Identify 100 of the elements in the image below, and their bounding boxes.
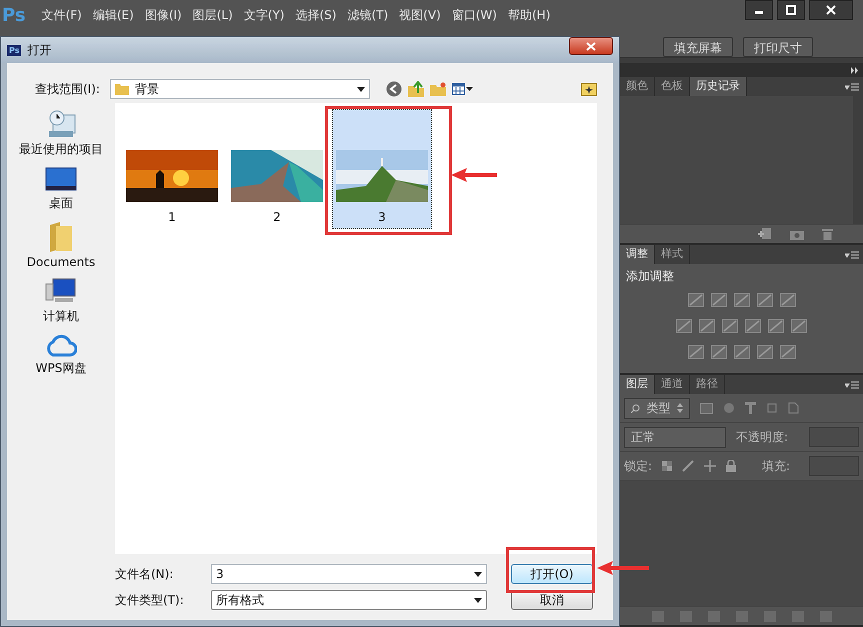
circle-filter-icon[interactable] — [723, 402, 735, 414]
place-item[interactable]: 最近使用的项目 — [7, 109, 115, 158]
panel-tab[interactable]: 调整 — [620, 245, 655, 264]
place-label: 计算机 — [43, 308, 79, 325]
new-document-icon[interactable] — [758, 228, 772, 240]
fill-field[interactable] — [809, 456, 859, 476]
adjustment-icon[interactable] — [745, 319, 761, 333]
adjustment-icon[interactable] — [756, 293, 772, 307]
menu-item[interactable]: 文字(Y) — [244, 6, 284, 24]
adjustment-icon[interactable] — [710, 345, 726, 359]
place-item[interactable]: 桌面 — [7, 167, 115, 212]
adjustment-icon[interactable] — [722, 319, 738, 333]
menu-item[interactable]: 图层(L) — [192, 6, 233, 24]
panel-tab[interactable]: 历史记录 — [690, 77, 747, 96]
place-item[interactable]: Documents — [7, 221, 115, 269]
adjustment-icon[interactable] — [791, 319, 807, 333]
adjustment-icon[interactable] — [780, 293, 796, 307]
arrow — [451, 168, 497, 182]
file-type-label: 文件类型(T): — [115, 592, 185, 608]
menu-item[interactable]: 图像(I) — [144, 6, 182, 24]
option-button[interactable]: 打印尺寸 — [743, 37, 813, 57]
panel-tab[interactable]: 样式 — [655, 245, 690, 264]
panel-tab[interactable]: 路径 — [690, 375, 725, 394]
look-in-dropdown[interactable]: 背景 — [110, 79, 370, 99]
panel-tab[interactable]: 通道 — [655, 375, 690, 394]
adjustment-icon[interactable] — [734, 345, 750, 359]
dialog-button[interactable]: 打开(O) — [511, 564, 593, 584]
adjustment-icon[interactable] — [780, 345, 796, 359]
caret-icon — [356, 86, 365, 92]
panel-menu-icon[interactable] — [845, 82, 859, 90]
minimize-button[interactable] — [745, 0, 773, 20]
file-item[interactable]: 2 — [227, 109, 327, 229]
file-item[interactable]: 3 — [332, 109, 432, 229]
menu-item[interactable]: 窗口(W) — [452, 6, 497, 24]
adjustment-icon[interactable] — [734, 293, 750, 307]
view-menu-button[interactable] — [452, 83, 473, 95]
file-type-dropdown[interactable]: 所有格式 — [211, 590, 487, 610]
back-icon[interactable] — [386, 81, 402, 97]
option-button[interactable]: 填充屏幕 — [663, 37, 733, 57]
menu-item[interactable]: 视图(V) — [399, 6, 441, 24]
dialog-title: 打开 — [27, 42, 52, 58]
place-item[interactable]: 计算机 — [7, 278, 115, 325]
app-icon: Ps — [7, 44, 22, 56]
folder-icon — [114, 83, 129, 95]
panel-tab[interactable]: 图层 — [620, 375, 655, 394]
adjustment-icon[interactable] — [688, 293, 704, 307]
menu-item[interactable]: 滤镜(T) — [347, 6, 388, 24]
desktop-icon — [45, 167, 77, 193]
menu-item[interactable]: 帮助(H) — [508, 6, 550, 24]
caret-icon — [474, 572, 482, 576]
text-filter-icon[interactable] — [745, 402, 756, 414]
close-button[interactable] — [809, 0, 853, 20]
lock-pixels-icon[interactable] — [662, 461, 672, 471]
file-item[interactable]: 1 — [122, 109, 222, 229]
trash-icon[interactable] — [822, 228, 833, 240]
place-label: 桌面 — [49, 195, 73, 212]
close-icon — [586, 42, 596, 50]
shape-filter-icon[interactable] — [766, 402, 778, 414]
up-folder-icon[interactable] — [408, 81, 424, 97]
lock-icon[interactable] — [726, 460, 736, 472]
adjustment-icon[interactable] — [676, 319, 692, 333]
panel-menu-icon[interactable] — [845, 380, 859, 388]
adjustment-icon[interactable] — [688, 345, 704, 359]
place-label: 最近使用的项目 — [19, 141, 103, 158]
menu-item[interactable]: 选择(S) — [295, 6, 336, 24]
close-icon — [825, 5, 837, 15]
file-name-label: 文件名(N): — [115, 566, 174, 582]
close-button[interactable] — [569, 37, 613, 55]
app-logo: Ps — [2, 4, 26, 26]
filter-dropdown[interactable]: 类型 — [624, 398, 690, 418]
move-icon[interactable] — [704, 460, 716, 472]
collapse-icon[interactable] — [851, 66, 859, 74]
menu-item[interactable]: 文件(F) — [42, 6, 82, 24]
brush-icon[interactable] — [682, 460, 694, 472]
blend-mode-dropdown[interactable]: 正常 — [624, 426, 726, 448]
folder-icon — [48, 221, 74, 253]
caret-icon — [474, 598, 482, 602]
adjustment-icon[interactable] — [756, 345, 772, 359]
arrow — [597, 561, 649, 575]
opacity-label: 不透明度: — [736, 428, 788, 446]
adjustment-icon[interactable] — [768, 319, 784, 333]
desktop-folder-icon[interactable] — [581, 82, 597, 96]
place-item[interactable]: WPS网盘 — [7, 334, 115, 377]
image-filter-icon[interactable] — [700, 402, 713, 414]
fill-label: 填充: — [762, 458, 790, 474]
adjustment-icon[interactable] — [699, 319, 715, 333]
new-folder-icon[interactable] — [430, 82, 446, 96]
stepper-icon — [677, 403, 683, 413]
search-icon — [631, 404, 640, 412]
caret-icon — [466, 87, 473, 91]
place-label: Documents — [26, 255, 96, 269]
menu-item[interactable]: 编辑(E) — [92, 6, 134, 24]
opacity-field[interactable] — [809, 427, 859, 447]
maximize-button[interactable] — [777, 0, 805, 20]
file-name-field[interactable]: 3 — [211, 564, 487, 584]
panel-menu-icon[interactable] — [845, 250, 859, 258]
smart-object-filter-icon[interactable] — [788, 402, 799, 414]
place-label: WPS网盘 — [36, 360, 86, 377]
adjustment-icon[interactable] — [710, 293, 726, 307]
camera-icon[interactable] — [790, 228, 804, 240]
